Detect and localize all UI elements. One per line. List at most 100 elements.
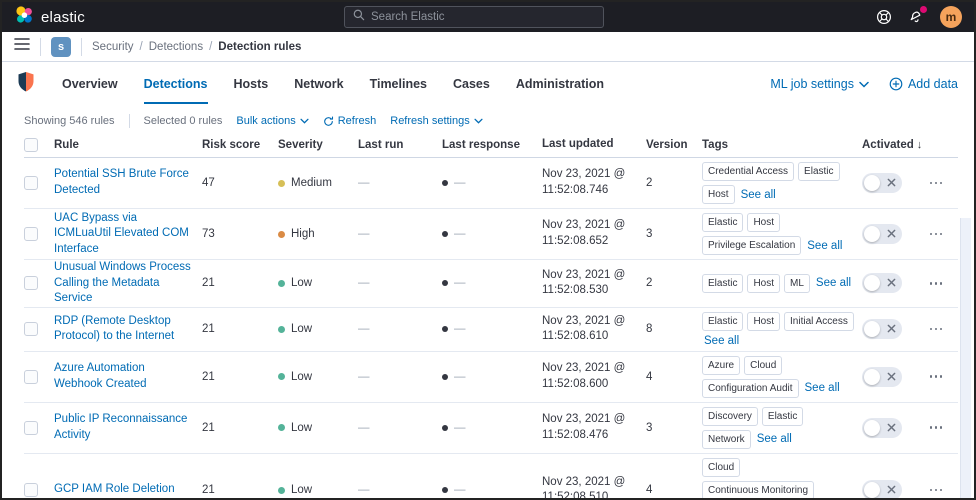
toggle-knob (864, 226, 880, 242)
global-search[interactable] (344, 6, 604, 28)
table-utility-bar: Showing 546 rules Selected 0 rules Bulk … (24, 112, 954, 130)
breadcrumb-detections[interactable]: Detections (149, 41, 203, 53)
rule-name-link[interactable]: UAC Bypass via ICMLuaUtil Elevated COM I… (54, 212, 189, 255)
tag-badge: Elastic (798, 162, 839, 181)
toggle-off-x-icon (887, 485, 896, 494)
tag-badge: Configuration Audit (702, 379, 799, 398)
activated-toggle[interactable] (862, 367, 902, 387)
severity-label: Low (291, 277, 312, 289)
rule-name-link[interactable]: Public IP Reconnaissance Activity (54, 413, 187, 441)
tab-network[interactable]: Network (294, 64, 343, 104)
activated-toggle[interactable] (862, 319, 902, 339)
help-icon[interactable] (876, 9, 892, 25)
last-updated-value: Nov 23, 2021 @ 11:52:08.610 (542, 314, 646, 345)
elastic-brand[interactable]: elastic (14, 5, 344, 30)
select-all-checkbox[interactable] (24, 138, 38, 152)
header-activated[interactable]: Activated↓ (862, 139, 922, 151)
table-row: GCP IAM Role Deletion 21 Low — — Nov 23,… (24, 454, 958, 500)
vertical-scrollbar[interactable] (960, 218, 971, 500)
response-status-dot (442, 180, 448, 186)
header-risk-score[interactable]: Risk score (202, 139, 278, 151)
last-updated-value: Nov 23, 2021 @ 11:52:08.600 (542, 361, 646, 392)
toggle-off-x-icon (887, 324, 896, 333)
tab-administration[interactable]: Administration (516, 64, 604, 104)
row-checkbox[interactable] (24, 276, 38, 290)
table-row: Unusual Windows Process Calling the Meta… (24, 260, 958, 308)
last-response-value: — (454, 228, 466, 240)
tags-cell: AzureCloudConfiguration AuditSee all (702, 352, 862, 402)
bulk-actions-button[interactable]: Bulk actions (236, 115, 308, 127)
row-checkbox[interactable] (24, 370, 38, 384)
refresh-button[interactable]: Refresh (323, 115, 377, 127)
see-all-link[interactable]: See all (704, 335, 739, 347)
row-actions-button[interactable] (930, 426, 943, 429)
row-checkbox[interactable] (24, 483, 38, 497)
severity-dot (278, 231, 285, 238)
header-last-updated[interactable]: Last updated (542, 137, 646, 153)
tag-badge: ML (784, 274, 810, 293)
tab-detections[interactable]: Detections (144, 64, 208, 104)
rule-name-link[interactable]: Azure Automation Webhook Created (54, 362, 146, 390)
row-actions-button[interactable] (930, 182, 943, 185)
menu-hamburger-icon[interactable] (14, 37, 30, 56)
refresh-settings-button[interactable]: Refresh settings (390, 115, 482, 127)
tab-timelines[interactable]: Timelines (370, 64, 427, 104)
last-updated-value: Nov 23, 2021 @ 11:52:08.510 (542, 475, 646, 500)
row-checkbox[interactable] (24, 227, 38, 241)
header-rule[interactable]: Rule (54, 139, 202, 151)
rule-name-link[interactable]: RDP (Remote Desktop Protocol) to the Int… (54, 315, 174, 343)
activated-toggle[interactable] (862, 418, 902, 438)
notifications-bell-icon[interactable] (908, 9, 924, 25)
ml-job-settings-button[interactable]: ML job settings (770, 77, 869, 91)
rule-name-link[interactable]: GCP IAM Role Deletion (54, 483, 175, 495)
tags-cell: ElasticHostInitial AccessSee all (702, 308, 862, 351)
see-all-link[interactable]: See all (741, 189, 776, 201)
version-value: 2 (646, 277, 702, 289)
activated-toggle[interactable] (862, 480, 902, 500)
see-all-link[interactable]: See all (816, 277, 851, 289)
see-all-link[interactable]: See all (805, 382, 840, 394)
row-checkbox[interactable] (24, 176, 38, 190)
risk-score-value: 21 (202, 422, 278, 434)
header-version[interactable]: Version (646, 139, 702, 151)
risk-score-value: 21 (202, 277, 278, 289)
severity-label: Low (291, 484, 312, 496)
table-header-row: Rule Risk score Severity Last run Last r… (24, 132, 958, 158)
activated-toggle[interactable] (862, 224, 902, 244)
severity-dot (278, 424, 285, 431)
activated-toggle[interactable] (862, 273, 902, 293)
version-value: 3 (646, 422, 702, 434)
last-run-value: — (358, 177, 442, 189)
row-actions-button[interactable] (930, 233, 943, 236)
rule-name-link[interactable]: Unusual Windows Process Calling the Meta… (54, 261, 191, 304)
app-window: elastic m s Security / (0, 0, 976, 500)
row-actions-button[interactable] (930, 328, 943, 331)
tag-badge: Cloud (702, 458, 740, 477)
header-severity[interactable]: Severity (278, 139, 358, 151)
see-all-link[interactable]: See all (807, 240, 842, 252)
space-badge[interactable]: s (51, 37, 71, 57)
row-actions-button[interactable] (930, 282, 943, 285)
tab-cases[interactable]: Cases (453, 64, 490, 104)
header-tags[interactable]: Tags (702, 135, 862, 155)
rules-table-body: Potential SSH Brute Force Detected 47 Me… (24, 158, 958, 500)
rule-name-link[interactable]: Potential SSH Brute Force Detected (54, 168, 189, 196)
tab-overview[interactable]: Overview (62, 64, 118, 104)
tag-badge: Initial Access (784, 312, 854, 331)
user-avatar[interactable]: m (940, 6, 962, 28)
tab-hosts[interactable]: Hosts (234, 64, 269, 104)
breadcrumb-security[interactable]: Security (92, 41, 134, 53)
see-all-link[interactable]: See all (757, 433, 792, 445)
add-data-button[interactable]: Add data (889, 77, 958, 91)
header-last-response[interactable]: Last response (442, 139, 542, 151)
header-last-run[interactable]: Last run (358, 139, 442, 151)
activated-toggle[interactable] (862, 173, 902, 193)
search-input[interactable] (371, 11, 595, 23)
row-actions-button[interactable] (930, 489, 943, 492)
row-checkbox[interactable] (24, 421, 38, 435)
row-checkbox[interactable] (24, 322, 38, 336)
version-value: 4 (646, 371, 702, 383)
row-actions-button[interactable] (930, 375, 943, 378)
tag-badge: Azure (702, 356, 740, 375)
last-response-value: — (454, 277, 466, 289)
